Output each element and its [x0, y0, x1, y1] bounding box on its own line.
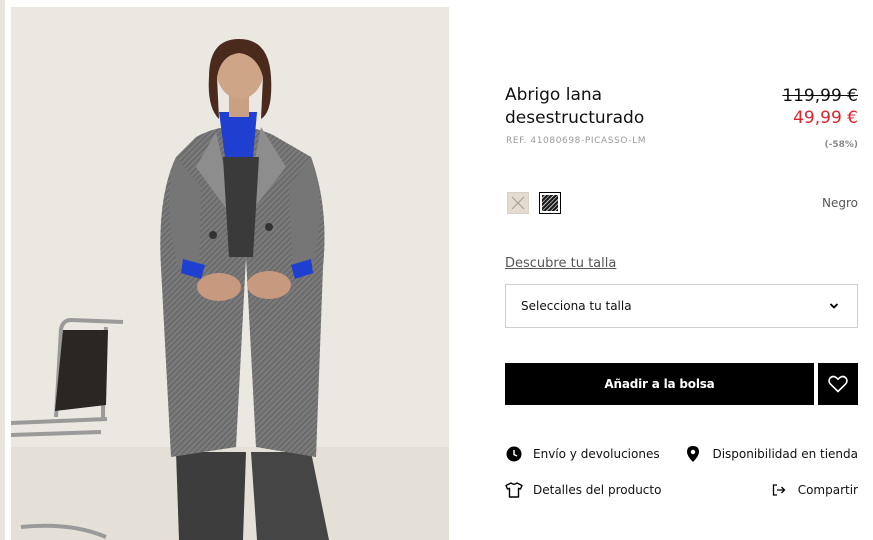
- previous-image-strip[interactable]: [0, 0, 5, 540]
- store-availability-link[interactable]: Disponibilidad en tienda: [684, 445, 858, 463]
- color-swatch-black-pattern: [542, 195, 558, 211]
- chevron-down-icon: [829, 303, 839, 309]
- unavailable-cross-icon: [511, 196, 525, 210]
- color-swatch-beige[interactable]: [507, 192, 529, 214]
- location-pin-icon: [684, 445, 702, 463]
- product-details-link[interactable]: Detalles del producto: [505, 481, 661, 499]
- clock-icon: [505, 445, 523, 463]
- wishlist-button[interactable]: [818, 363, 858, 405]
- product-reference: REF. 41080698-PICASSO-LM: [506, 136, 647, 146]
- share-link[interactable]: Compartir: [770, 481, 858, 499]
- add-to-bag-button[interactable]: Añadir a la bolsa: [505, 363, 814, 405]
- selected-color-name: Negro: [822, 196, 858, 210]
- shipping-returns-label: Envío y devoluciones: [533, 447, 660, 461]
- model-wearing-coat-image: [11, 7, 449, 540]
- shipping-returns-link[interactable]: Envío y devoluciones: [505, 445, 660, 463]
- heart-icon: [828, 375, 848, 393]
- product-details-label: Detalles del producto: [533, 483, 662, 497]
- size-select[interactable]: Selecciona tu talla: [505, 284, 858, 328]
- sale-price: 49,99 €: [793, 108, 858, 128]
- size-select-label: Selecciona tu talla: [521, 299, 632, 313]
- discount-badge: (-58%): [824, 140, 858, 150]
- tshirt-icon: [505, 481, 523, 499]
- original-price: 119,99 €: [782, 86, 858, 106]
- store-availability-label: Disponibilidad en tienda: [712, 447, 858, 461]
- product-photo[interactable]: [11, 7, 449, 540]
- size-guide-link[interactable]: Descubre tu talla: [505, 256, 616, 271]
- share-label: Compartir: [797, 483, 858, 497]
- color-swatch-black[interactable]: [539, 192, 561, 214]
- product-info-panel: Abrigo lana desestructurado REF. 4108069…: [505, 0, 858, 540]
- product-gallery: [0, 0, 449, 540]
- product-title: Abrigo lana desestructurado: [505, 85, 645, 128]
- share-icon: [770, 481, 788, 499]
